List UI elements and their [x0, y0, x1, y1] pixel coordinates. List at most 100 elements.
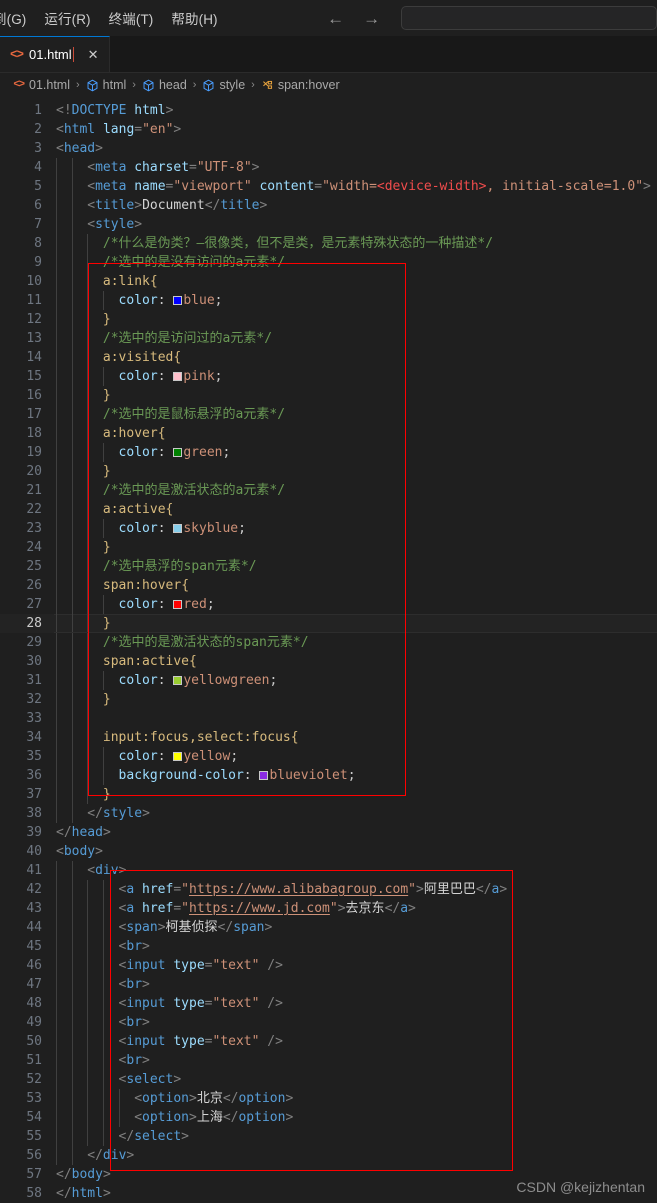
code-line[interactable]: 35 color: yellow; [0, 747, 657, 766]
code-line[interactable]: 24} [0, 538, 657, 557]
code-line[interactable]: 9 /*选中的是没有访问的a元素*/ [0, 253, 657, 272]
code-line[interactable]: 54 <option>上海</option> [0, 1108, 657, 1127]
code-line[interactable]: 43 <a href="https://www.jd.com">去京东</a> [0, 899, 657, 918]
color-swatch-icon[interactable] [173, 296, 183, 305]
code-line[interactable]: 46 <input type="text" /> [0, 956, 657, 975]
color-swatch-icon[interactable] [173, 752, 183, 761]
tab-01-html[interactable]: <> 01.html ✕ [0, 36, 110, 72]
color-swatch-icon[interactable] [173, 372, 183, 381]
code-token: : [157, 293, 174, 308]
code-line[interactable]: 17 /*选中的是鼠标悬浮的a元素*/ [0, 405, 657, 424]
code-line[interactable]: 21 /*选中的是激活状态的a元素*/ [0, 481, 657, 500]
code-line[interactable]: 38 </style> [0, 804, 657, 823]
code-line[interactable]: 19 color: green; [0, 443, 657, 462]
code-line[interactable]: 53 <option>北京</option> [0, 1089, 657, 1108]
color-swatch-icon[interactable] [173, 448, 183, 457]
breadcrumb-item-file[interactable]: <> 01.html [10, 78, 72, 92]
code-line[interactable]: 5 <meta name="viewport" content="width=<d… [0, 177, 657, 196]
code-line[interactable]: 37} [0, 785, 657, 804]
color-swatch-icon[interactable] [173, 600, 183, 609]
color-swatch-icon[interactable] [173, 676, 183, 685]
code-line[interactable]: 52 <select> [0, 1070, 657, 1089]
line-number: 13 [26, 331, 42, 346]
code-line[interactable]: 13 /*选中的是访问过的a元素*/ [0, 329, 657, 348]
code-line[interactable]: 39 </head> [0, 823, 657, 842]
code-editor[interactable]: 1 <!DOCTYPE html> 2 <html lang="en"> 3 <head>… [0, 97, 657, 1203]
code-line[interactable]: 41 <div> [0, 861, 657, 880]
code-line[interactable]: 10 a:link{ [0, 272, 657, 291]
line-number: 7 [34, 217, 42, 232]
back-arrow-icon[interactable]: ← [327, 10, 345, 27]
code-line[interactable]: 3 <head> [0, 139, 657, 158]
code-line[interactable]: 31 color: yellowgreen; [0, 671, 657, 690]
code-line[interactable]: 11 color: blue; [0, 291, 657, 310]
menu-item-terminal[interactable]: 终端(T) [100, 5, 163, 31]
code-line[interactable]: 23 color: skyblue; [0, 519, 657, 538]
code-line[interactable]: 27 color: red; [0, 595, 657, 614]
code-line[interactable]: 50 <input type="text" /> [0, 1032, 657, 1051]
code-token: "text" [212, 958, 260, 973]
code-token: ; [206, 597, 215, 612]
code-line[interactable]: 26 span:hover{ [0, 576, 657, 595]
code-line[interactable]: 44 <span>柯基侦探</span> [0, 918, 657, 937]
command-center-input[interactable] [400, 6, 657, 30]
forward-arrow-icon[interactable]: → [363, 10, 381, 27]
code-line[interactable]: 18 a:hover{ [0, 424, 657, 443]
code-token: > [643, 179, 651, 194]
code-line[interactable]: 45 <br> [0, 937, 657, 956]
code-line[interactable]: 29 /*选中的是激活状态的span元素*/ [0, 633, 657, 652]
code-line[interactable]: 51 <br> [0, 1051, 657, 1070]
code-token: > [95, 844, 103, 859]
code-line[interactable]: 22 a:active{ [0, 500, 657, 519]
code-line[interactable]: 14 a:visited{ [0, 348, 657, 367]
code-line[interactable]: 15 color: pink; [0, 367, 657, 386]
color-swatch-icon[interactable] [259, 771, 269, 780]
code-line[interactable]: 1 <!DOCTYPE html> [0, 101, 657, 120]
code-line[interactable]: 6 <title>Document</title> [0, 196, 657, 215]
code-token: { [189, 654, 197, 669]
indent-guide [87, 1089, 89, 1108]
code-line-content: background-color: blueviolet; [56, 766, 657, 785]
code-line[interactable]: 30 span:active{ [0, 652, 657, 671]
close-icon[interactable]: ✕ [88, 48, 99, 61]
code-line[interactable]: 40 <body> [0, 842, 657, 861]
code-line[interactable]: 12} [0, 310, 657, 329]
code-line[interactable]: 42 <a href="https://www.alibabagroup.com"… [0, 880, 657, 899]
code-token: /*选中的是激活状态的a元素*/ [102, 483, 286, 498]
indent-guide [56, 310, 57, 329]
code-line[interactable]: 2 <html lang="en"> [0, 120, 657, 139]
indent-guide [87, 291, 89, 310]
code-token: meta [95, 160, 127, 175]
line-number: 15 [26, 369, 42, 384]
indent-guide [71, 671, 73, 690]
menu-item-help[interactable]: 帮助(H) [162, 5, 226, 31]
code-line[interactable]: 4 <meta charset="UTF-8"> [0, 158, 657, 177]
code-line[interactable]: 48 <input type="text" /> [0, 994, 657, 1013]
code-line[interactable]: 16} [0, 386, 657, 405]
code-line[interactable]: 20} [0, 462, 657, 481]
code-line[interactable]: 56 </div> [0, 1146, 657, 1165]
code-line[interactable]: 36 background-color: blueviolet; [0, 766, 657, 785]
color-swatch-icon[interactable] [173, 524, 183, 533]
code-line-content [56, 709, 657, 728]
menu-item-goto[interactable]: 到(G) [0, 5, 35, 31]
code-line[interactable]: 34 input:focus,select:focus{ [0, 728, 657, 747]
code-line[interactable]: 7 <style> [0, 215, 657, 234]
code-token: /*选中悬浮的span元素*/ [102, 559, 257, 574]
code-token: < [87, 160, 96, 175]
code-line[interactable]: 28} [0, 614, 657, 633]
code-line[interactable]: 55 </select> [0, 1127, 657, 1146]
code-line[interactable]: 33 [0, 709, 657, 728]
indent-guide [71, 500, 73, 519]
breadcrumb-item-span-hover[interactable]: span:hover [259, 78, 342, 92]
menu-item-run[interactable]: 运行(R) [35, 5, 99, 31]
code-line[interactable]: 8 /*什么是伪类？—很像类，但不是类，是元素特殊状态的一种描述*/ [0, 234, 657, 253]
code-line[interactable]: 25 /*选中悬浮的span元素*/ [0, 557, 657, 576]
breadcrumb-item-html[interactable]: html [84, 78, 129, 92]
breadcrumb-item-head[interactable]: head [140, 78, 189, 92]
code-line[interactable]: 32} [0, 690, 657, 709]
breadcrumb-item-style[interactable]: style [200, 78, 247, 92]
indent-guide [56, 956, 57, 975]
code-line[interactable]: 47 <br> [0, 975, 657, 994]
code-line[interactable]: 49 <br> [0, 1013, 657, 1032]
